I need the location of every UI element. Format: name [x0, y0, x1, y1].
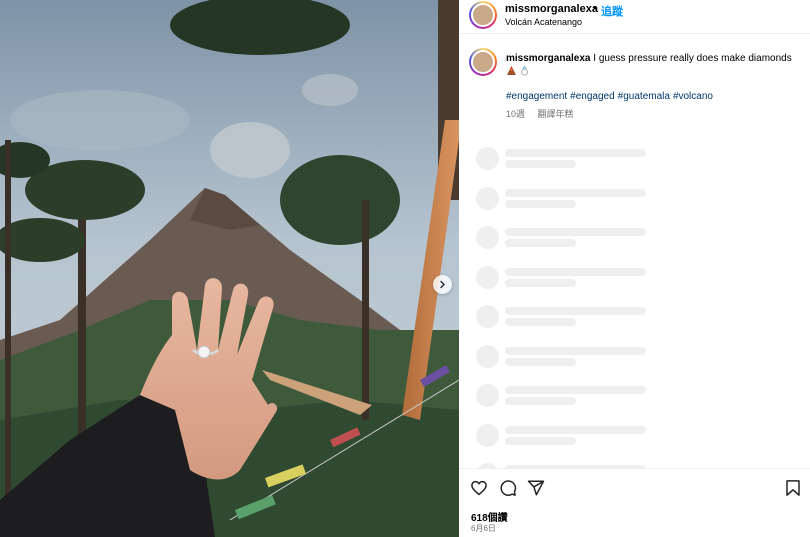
hashtags: #engagement #engaged #guatemala #volcano — [506, 91, 716, 102]
post-photo — [0, 0, 459, 537]
skeleton-line — [505, 160, 576, 168]
skeleton-avatar — [476, 265, 499, 289]
caption-avatar[interactable] — [469, 48, 497, 76]
skeleton-comment-row — [476, 423, 806, 463]
skeleton-comment-row — [476, 304, 806, 344]
skeleton-line — [505, 397, 576, 405]
caption-emojis — [506, 65, 530, 76]
post-side-panel: missmorganalexa • 追蹤 Volcán Acatenango m… — [459, 0, 810, 537]
caption-text-line: missmorganalexa I guess pressure really … — [506, 53, 792, 64]
skeleton-line — [505, 386, 646, 394]
avatar[interactable] — [469, 1, 497, 29]
hashtag-link[interactable]: #engaged — [570, 91, 615, 102]
bookmark-icon[interactable] — [784, 479, 802, 497]
caption-username[interactable]: missmorganalexa — [506, 53, 591, 64]
engagement-ring-photo — [0, 0, 459, 537]
skeleton-line — [505, 357, 576, 366]
next-photo-button[interactable] — [433, 275, 452, 294]
post-username[interactable]: missmorganalexa — [505, 3, 598, 15]
translate-link[interactable]: 翻譯年糕 — [538, 109, 574, 119]
comment-icon[interactable] — [499, 479, 517, 497]
skeleton-avatar — [476, 305, 499, 328]
share-icon[interactable] — [527, 479, 545, 497]
skeleton-avatar — [476, 344, 499, 368]
separator-dot: • — [593, 2, 597, 14]
skeleton-comment-row — [476, 225, 806, 265]
heart-icon[interactable] — [470, 479, 488, 497]
skeleton-avatar — [476, 226, 499, 249]
post-age[interactable]: 10週 — [506, 109, 525, 119]
skeleton-line — [505, 239, 576, 247]
skeleton-line — [505, 436, 576, 445]
post-location[interactable]: Volcán Acatenango — [505, 17, 582, 27]
caption-meta: 10週 翻譯年糕 — [506, 107, 574, 120]
skeleton-avatar — [476, 384, 499, 407]
like-count[interactable]: 618個讚 — [471, 509, 508, 524]
ring-emoji — [520, 65, 529, 76]
skeleton-avatar — [476, 186, 499, 210]
skeleton-avatar — [476, 423, 499, 447]
post-footer: 618個讚 6月6日 — [459, 468, 810, 537]
skeleton-line — [505, 278, 576, 287]
skeleton-line — [505, 318, 576, 326]
hashtag-link[interactable]: #engagement — [506, 91, 567, 102]
follow-button[interactable]: 追蹤 — [601, 3, 623, 19]
skeleton-comment-row — [476, 186, 806, 226]
skeleton-comment-row — [476, 383, 806, 423]
comments-loading-skeleton — [476, 146, 806, 502]
skeleton-comment-row — [476, 265, 806, 305]
chevron-right-icon — [440, 280, 445, 289]
post-header: missmorganalexa • 追蹤 Volcán Acatenango — [459, 0, 810, 34]
skeleton-line — [505, 149, 646, 157]
skeleton-line — [505, 307, 646, 315]
skeleton-line — [505, 228, 646, 236]
skeleton-comment-row — [476, 146, 806, 186]
skeleton-line — [505, 267, 646, 276]
skeleton-line — [505, 425, 646, 434]
hashtag-link[interactable]: #volcano — [673, 91, 713, 102]
volcano-emoji — [507, 66, 516, 75]
skeleton-line — [505, 199, 576, 208]
post-date[interactable]: 6月6日 — [471, 523, 496, 534]
caption-text: I guess pressure really does make diamon… — [593, 53, 792, 64]
skeleton-comment-row — [476, 344, 806, 384]
skeleton-line — [505, 188, 646, 197]
skeleton-line — [505, 346, 646, 355]
skeleton-avatar — [476, 147, 499, 170]
hashtag-link[interactable]: #guatemala — [618, 91, 670, 102]
